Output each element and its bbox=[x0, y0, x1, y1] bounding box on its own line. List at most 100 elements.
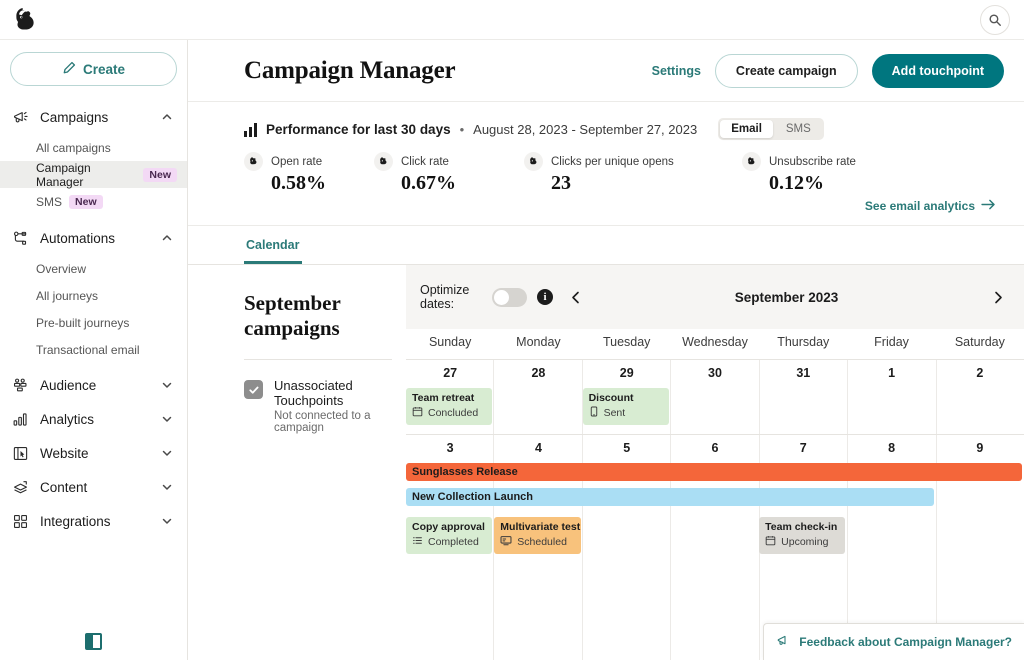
week-events: Sunglasses Release New Collection Launch C… bbox=[406, 463, 1024, 603]
metric-label: Click rate bbox=[401, 155, 449, 168]
freddie-icon bbox=[244, 152, 263, 171]
channel-tab-email[interactable]: Email bbox=[720, 120, 773, 138]
app-root: Create Campaigns All campaigns Campaign … bbox=[0, 0, 1024, 660]
calendar-panel-title: September campaigns bbox=[244, 291, 392, 360]
performance-date-range: August 28, 2023 - September 27, 2023 bbox=[473, 121, 698, 137]
create-campaign-button[interactable]: Create campaign bbox=[714, 53, 858, 88]
performance-header: Performance for last 30 days • August 28… bbox=[244, 118, 1004, 140]
pencil-icon bbox=[62, 61, 76, 78]
sidebar-item-label: Pre-built journeys bbox=[36, 315, 130, 330]
sidebar-group-campaigns[interactable]: Campaigns bbox=[0, 100, 187, 134]
day-number: 5 bbox=[623, 441, 631, 455]
sidebar-group-content[interactable]: Content bbox=[0, 470, 187, 504]
sidebar-group-website[interactable]: Website bbox=[0, 436, 187, 470]
day-number: 29 bbox=[619, 366, 634, 380]
tab-calendar[interactable]: Calendar bbox=[244, 226, 302, 264]
chevron-down-icon bbox=[161, 515, 173, 527]
sidebar-collapse-wrap bbox=[0, 633, 187, 660]
campaign-bar[interactable]: New Collection Launch bbox=[406, 488, 934, 506]
calendar-icon bbox=[412, 406, 423, 420]
see-email-analytics-link[interactable]: See email analytics bbox=[244, 199, 1004, 213]
metric-label: Clicks per unique opens bbox=[551, 155, 674, 168]
sidebar-group-integrations[interactable]: Integrations bbox=[0, 504, 187, 538]
day-numbers: 27 28 29 30 31 1 2 bbox=[406, 360, 1024, 388]
sidebar-item-label: SMS bbox=[36, 194, 63, 209]
metrics-row: Open rate 0.58% Click rate 0.67% Clicks … bbox=[244, 152, 1004, 195]
audience-icon bbox=[10, 375, 30, 395]
day-number: 27 bbox=[443, 366, 458, 380]
day-number: 30 bbox=[708, 366, 722, 380]
touchpoint-status-label: Completed bbox=[428, 536, 479, 548]
grid-icon bbox=[10, 511, 30, 531]
create-button-wrap: Create bbox=[0, 40, 187, 96]
sidebar-group-analytics[interactable]: Analytics bbox=[0, 402, 187, 436]
mailchimp-freddie-logo[interactable] bbox=[8, 3, 42, 37]
touchpoint-chip[interactable]: Multivariate test Scheduled bbox=[494, 517, 581, 554]
next-month-button[interactable] bbox=[986, 285, 1010, 309]
performance-section: Performance for last 30 days • August 28… bbox=[188, 102, 1024, 226]
metric-label: Open rate bbox=[271, 155, 323, 168]
unassociated-touchpoints-row[interactable]: Unassociated Touchpoints Not connected t… bbox=[244, 360, 392, 434]
channel-toggle: Email SMS bbox=[718, 118, 824, 140]
create-button[interactable]: Create bbox=[10, 52, 177, 86]
touchpoint-chip[interactable]: Team check-in Upcoming bbox=[759, 517, 846, 554]
feedback-button[interactable]: Feedback about Campaign Manager? bbox=[763, 623, 1024, 660]
sidebar-group-label: Campaigns bbox=[40, 109, 109, 125]
sidebar-group-automations[interactable]: Automations bbox=[0, 221, 187, 255]
dow-saturday: Saturday bbox=[954, 335, 1005, 349]
status-badge: New bbox=[143, 167, 177, 182]
calendar-sidepanel: September campaigns Unassociated Touchpo… bbox=[188, 265, 406, 660]
add-touchpoint-button[interactable]: Add touchpoint bbox=[871, 53, 1004, 88]
freddie-icon bbox=[742, 152, 761, 171]
metric-click-rate: Click rate 0.67% bbox=[374, 152, 524, 195]
dow-wednesday: Wednesday bbox=[682, 335, 748, 349]
dow-sunday: Sunday bbox=[428, 335, 472, 349]
top-bar bbox=[0, 0, 1024, 40]
campaign-bar-label: Sunglasses Release bbox=[412, 466, 518, 478]
sidebar-item-label: Transactional email bbox=[36, 342, 140, 357]
sidebar-item-all-journeys[interactable]: All journeys bbox=[0, 282, 187, 309]
touchpoint-status: Concluded bbox=[412, 406, 486, 420]
performance-title: Performance for last 30 days bbox=[266, 121, 451, 137]
metric-open-rate: Open rate 0.58% bbox=[244, 152, 374, 195]
sidebar-item-sms[interactable]: SMS New bbox=[0, 188, 187, 215]
unassociated-touchpoints-checkbox[interactable] bbox=[244, 380, 263, 399]
touchpoint-chip[interactable]: Discount Sent bbox=[582, 388, 669, 425]
sidebar-group-audience[interactable]: Audience bbox=[0, 368, 187, 402]
content-icon bbox=[10, 477, 30, 497]
day-number: 2 bbox=[976, 366, 984, 380]
sidebar-item-pre-built-journeys[interactable]: Pre-built journeys bbox=[0, 309, 187, 336]
touchpoint-chip[interactable]: Team retreat Concluded bbox=[406, 388, 493, 425]
day-number: 28 bbox=[531, 366, 546, 380]
arrow-right-icon bbox=[981, 199, 996, 213]
settings-link[interactable]: Settings bbox=[652, 64, 701, 78]
prev-month-button[interactable] bbox=[563, 285, 587, 309]
megaphone-icon bbox=[776, 633, 791, 651]
campaign-bar-label: New Collection Launch bbox=[412, 491, 534, 503]
separator-dot: • bbox=[459, 121, 465, 137]
day-number: 31 bbox=[796, 366, 811, 380]
sidebar-collapse-icon[interactable] bbox=[85, 633, 102, 650]
page-header: Campaign Manager Settings Create campaig… bbox=[188, 40, 1024, 102]
megaphone-icon bbox=[10, 107, 30, 127]
optimize-dates-toggle[interactable] bbox=[492, 287, 527, 307]
sidebar-item-overview[interactable]: Overview bbox=[0, 255, 187, 282]
sidebar-item-all-campaigns[interactable]: All campaigns bbox=[0, 134, 187, 161]
campaign-bar[interactable]: Sunglasses Release bbox=[406, 463, 1022, 481]
search-icon[interactable] bbox=[980, 4, 1010, 35]
touchpoint-status-label: Sent bbox=[603, 407, 626, 419]
dow-thursday: Thursday bbox=[777, 335, 830, 349]
touchpoint-status: Scheduled bbox=[500, 535, 574, 549]
day-number: 1 bbox=[888, 366, 896, 380]
sidebar-item-transactional-email[interactable]: Transactional email bbox=[0, 336, 187, 363]
sidebar-item-campaign-manager[interactable]: Campaign Manager New bbox=[0, 161, 187, 189]
calendar-grid: Sunday Monday Tuesday Wednesday Thursday… bbox=[406, 329, 1024, 660]
touchpoint-status-label: Upcoming bbox=[781, 536, 829, 548]
touchpoint-chip[interactable]: Copy approval Completed bbox=[406, 517, 493, 554]
sidebar-item-label: All journeys bbox=[36, 288, 99, 303]
channel-tab-sms[interactable]: SMS bbox=[775, 120, 822, 138]
dow-tuesday: Tuesday bbox=[602, 335, 651, 349]
info-icon[interactable]: i bbox=[537, 289, 553, 305]
calendar-section: September campaigns Unassociated Touchpo… bbox=[188, 265, 1024, 660]
month-label: September 2023 bbox=[734, 289, 839, 305]
